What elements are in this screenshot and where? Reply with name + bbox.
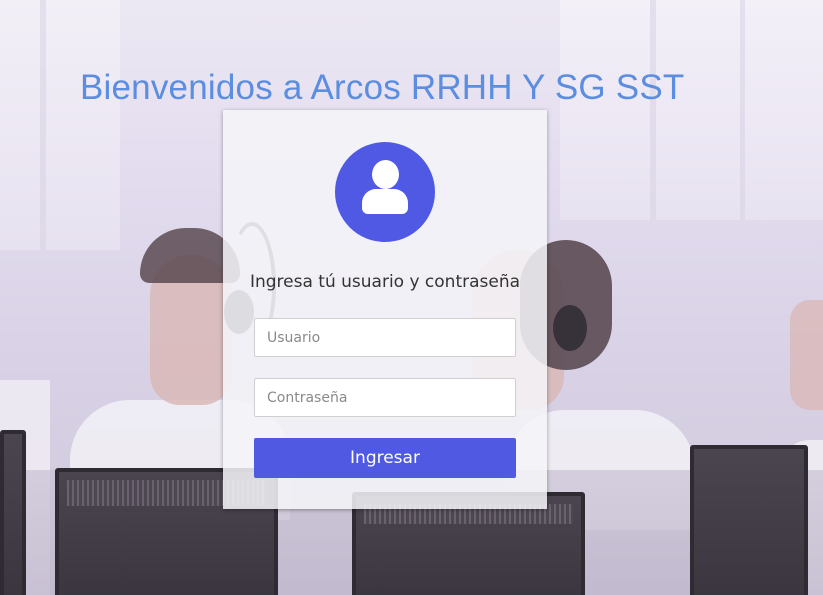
user-icon-body [362, 189, 408, 214]
password-input[interactable] [254, 378, 516, 417]
background-earcup [553, 305, 587, 351]
background-window-right [560, 0, 823, 220]
login-heading: Ingresa tú usuario y contraseña [249, 272, 521, 292]
background-window-frame [740, 0, 745, 220]
background-window-left [0, 0, 120, 250]
login-button[interactable]: Ingresar [254, 438, 516, 478]
login-page: Bienvenidos a Arcos RRHH Y SG SST Ingres… [0, 0, 823, 595]
login-card: Ingresa tú usuario y contraseña Ingresar [223, 110, 547, 509]
background-monitor [0, 430, 26, 595]
background-person-face [790, 300, 823, 410]
user-icon [335, 142, 435, 242]
page-title: Bienvenidos a Arcos RRHH Y SG SST [80, 68, 685, 107]
background-window-frame [40, 0, 46, 250]
background-window-frame [650, 0, 656, 220]
background-monitor [690, 445, 808, 595]
user-icon-head [372, 160, 399, 189]
username-input[interactable] [254, 318, 516, 357]
